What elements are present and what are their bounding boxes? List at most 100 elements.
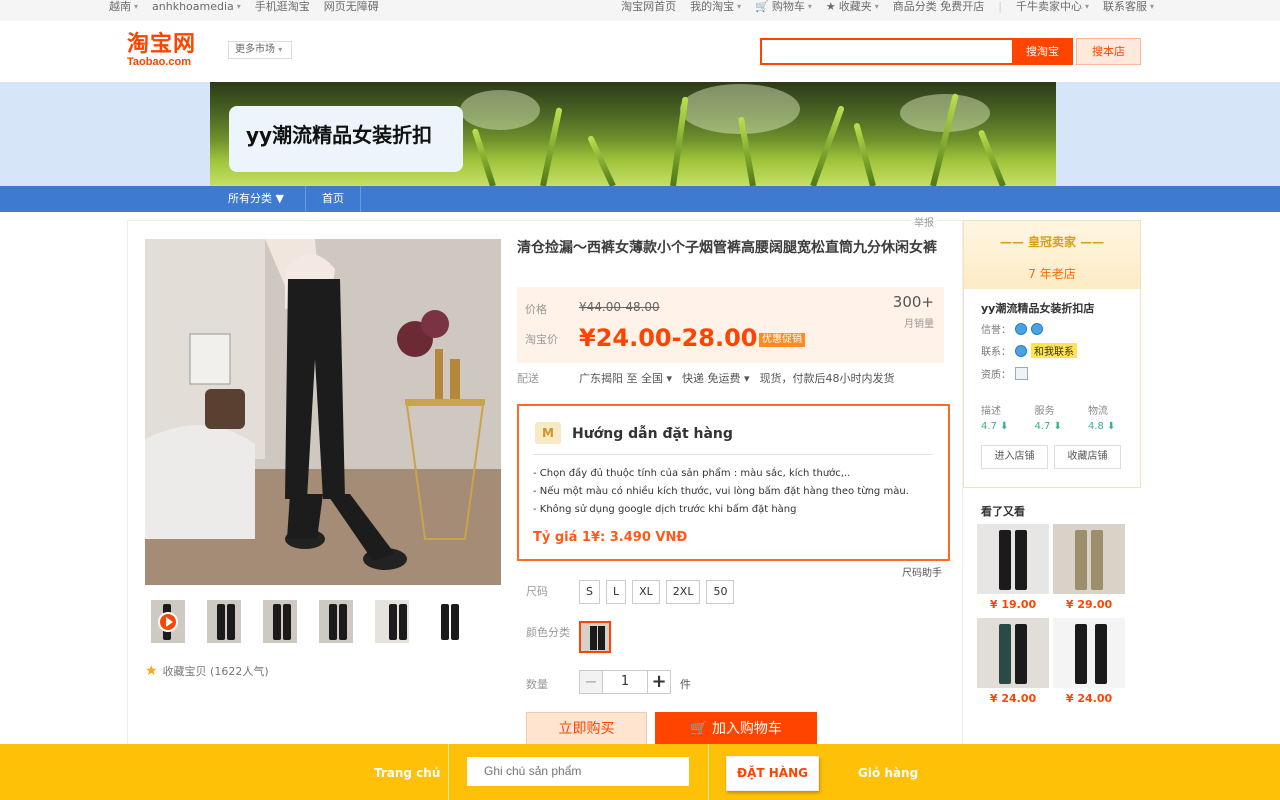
product-main-image[interactable]	[145, 239, 501, 585]
also-viewed-price: ¥ 24.00	[989, 692, 1037, 705]
thumbnail-video[interactable]	[151, 600, 185, 643]
size-option[interactable]: 50	[706, 580, 735, 604]
promo-price-label: 淘宝价	[525, 333, 558, 346]
guide-line: - Không sử dụng google dịch trước khi bấ…	[533, 504, 797, 515]
guide-logo-icon: M	[535, 422, 561, 444]
favorite-item[interactable]: ★ 收藏宝贝 (1622人气)	[145, 663, 269, 679]
size-label: 尺码	[526, 585, 548, 598]
thumbnail[interactable]	[263, 600, 297, 643]
categories-link[interactable]: 商品分类 免费开店	[893, 0, 985, 13]
product-photo-illustration	[145, 239, 501, 585]
shipping-row: 配送 广东揭阳 至 全国 ▾ 快递 免运费 ▾ 现货，付款后48小时内发货	[517, 370, 947, 386]
chevron-down-icon: ▾	[737, 2, 742, 11]
thumbnail[interactable]	[375, 600, 409, 643]
region-link[interactable]: 越南 ▾	[109, 0, 138, 13]
top-bar: 越南 ▾ anhkhoamedia ▾ 手机逛淘宝 网页无障碍 淘宝网首页 我的淘宝…	[0, 0, 1280, 21]
my-taobao-link[interactable]: 我的淘宝 ▾	[690, 0, 741, 13]
chevron-down-icon: ▾	[1149, 2, 1154, 11]
quantity-decrease-button[interactable]: −	[579, 670, 603, 694]
market-select[interactable]: 更多市场 ▾	[228, 41, 292, 59]
qualification-label: 资质：	[981, 370, 1011, 381]
thumbnail-strip	[151, 600, 465, 643]
search-input[interactable]	[760, 38, 1014, 65]
color-option[interactable]	[579, 621, 611, 653]
taobao-home-link[interactable]: 淘宝网首页	[621, 0, 676, 13]
ship-from[interactable]: 广东揭阳 至 全国 ▾	[579, 370, 672, 386]
also-viewed-item[interactable]: ¥ 19.00	[977, 524, 1049, 611]
report-link[interactable]: 举报	[911, 214, 937, 229]
exchange-rate: Tỷ giá 1¥: 3.490 VNĐ	[533, 530, 688, 545]
also-viewed-image	[1053, 618, 1125, 688]
original-price: ¥44.00-48.00	[579, 300, 660, 314]
chevron-down-icon: ▾	[236, 2, 241, 11]
size-option[interactable]: L	[605, 580, 627, 604]
contact-row: 联系： 和我联系	[981, 343, 1077, 358]
ship-fee[interactable]: 快递 免运费 ▾	[682, 370, 750, 386]
nav-divider	[305, 186, 306, 212]
credit-row: 信誉：	[981, 321, 1043, 336]
seller-center-link[interactable]: 千牛卖家中心 ▾	[1016, 0, 1089, 13]
search-taobao-button[interactable]: 搜淘宝	[1012, 38, 1073, 65]
promo-badge[interactable]: 优惠促销	[759, 333, 805, 347]
search-shop-button[interactable]: 搜本店	[1076, 38, 1141, 65]
add-to-cart-button[interactable]: 🛒 加入购物车	[655, 712, 817, 746]
seller-ratings: 描述 4.7 ⬇ 服务 4.7 ⬇ 物流 4.8 ⬇	[981, 402, 1115, 432]
chevron-down-icon: ▾	[744, 372, 750, 385]
color-label: 颜色分类	[526, 626, 570, 639]
cart-link[interactable]: 🛒 购物车 ▾	[755, 0, 812, 13]
favorite-count: 收藏宝贝 (1622人气)	[162, 665, 269, 678]
thumbnail[interactable]	[319, 600, 353, 643]
home-link[interactable]: Trang chủ	[374, 766, 440, 780]
divider	[448, 744, 449, 800]
size-option[interactable]: XL	[632, 580, 660, 604]
also-viewed-item[interactable]: ¥ 24.00	[977, 618, 1049, 705]
license-icon[interactable]	[1015, 367, 1028, 380]
rating-value: 4.7 ⬇	[1034, 421, 1062, 432]
chevron-down-icon: ▾	[134, 2, 139, 11]
ship-fee-label: 快递 免运费	[682, 372, 741, 385]
shop-name[interactable]: yy潮流精品女装折扣	[229, 106, 463, 172]
nav-home[interactable]: 首页	[322, 186, 344, 212]
price-panel: 价格 ¥44.00-48.00 淘宝价 ¥24.00-28.00 优惠促销 30…	[517, 287, 944, 363]
star-icon: ★	[825, 0, 836, 13]
also-viewed-image	[977, 524, 1049, 594]
size-options: S L XL 2XL 50	[579, 580, 735, 604]
favorites-link[interactable]: ★ 收藏夹 ▾	[826, 0, 879, 13]
bottom-action-bar: Trang chủ ĐẶT HÀNG Giỏ hàng	[0, 744, 1280, 800]
seller-shop-name[interactable]: yy潮流精品女装折扣店	[981, 300, 1094, 316]
contact-seller-button[interactable]: 和我联系	[1031, 343, 1077, 358]
quantity-increase-button[interactable]: +	[647, 670, 671, 694]
user-name: anhkhoamedia	[152, 0, 234, 13]
thumbnail[interactable]	[207, 600, 241, 643]
rating-label: 物流	[1087, 406, 1108, 417]
favorite-shop-button[interactable]: 收藏店铺	[1054, 445, 1121, 469]
sold-label: 月销量	[904, 319, 934, 330]
size-option[interactable]: 2XL	[665, 580, 701, 604]
seller-center-label: 千牛卖家中心	[1015, 0, 1082, 13]
place-order-button[interactable]: ĐẶT HÀNG	[726, 756, 819, 791]
also-viewed-item[interactable]: ¥ 24.00	[1053, 618, 1125, 705]
credit-label: 信誉：	[981, 325, 1011, 336]
size-option[interactable]: S	[579, 580, 600, 604]
cart-link-bottom[interactable]: Giỏ hàng	[858, 766, 918, 780]
also-viewed-title: 看了又看	[981, 505, 1025, 518]
size-helper-link[interactable]: 尺码助手	[902, 564, 942, 579]
accessibility-link[interactable]: 网页无障碍	[324, 0, 379, 13]
taobao-logo[interactable]: 淘宝网 Taobao.com	[127, 34, 211, 69]
shipping-label: 配送	[517, 372, 539, 385]
thumbnail[interactable]	[431, 600, 465, 643]
enter-shop-button[interactable]: 进入店铺	[981, 445, 1048, 469]
nav-divider	[360, 186, 361, 212]
support-label: 联系客服	[1102, 0, 1147, 13]
quantity-input[interactable]: 1	[603, 670, 647, 694]
user-link[interactable]: anhkhoamedia ▾	[152, 0, 241, 13]
nav-all-categories[interactable]: 所有分类 ▼	[228, 186, 284, 212]
support-link[interactable]: 联系客服 ▾	[1103, 0, 1154, 13]
also-viewed-price: ¥ 29.00	[1065, 598, 1113, 611]
guide-title: Hướng dẫn đặt hàng	[572, 426, 733, 442]
product-note-input[interactable]	[467, 757, 689, 786]
also-viewed-item[interactable]: ¥ 29.00	[1053, 524, 1125, 611]
buy-now-button[interactable]: 立即购买	[526, 712, 647, 746]
mobile-link[interactable]: 手机逛淘宝	[255, 0, 310, 13]
my-taobao-label: 我的淘宝	[690, 0, 735, 13]
